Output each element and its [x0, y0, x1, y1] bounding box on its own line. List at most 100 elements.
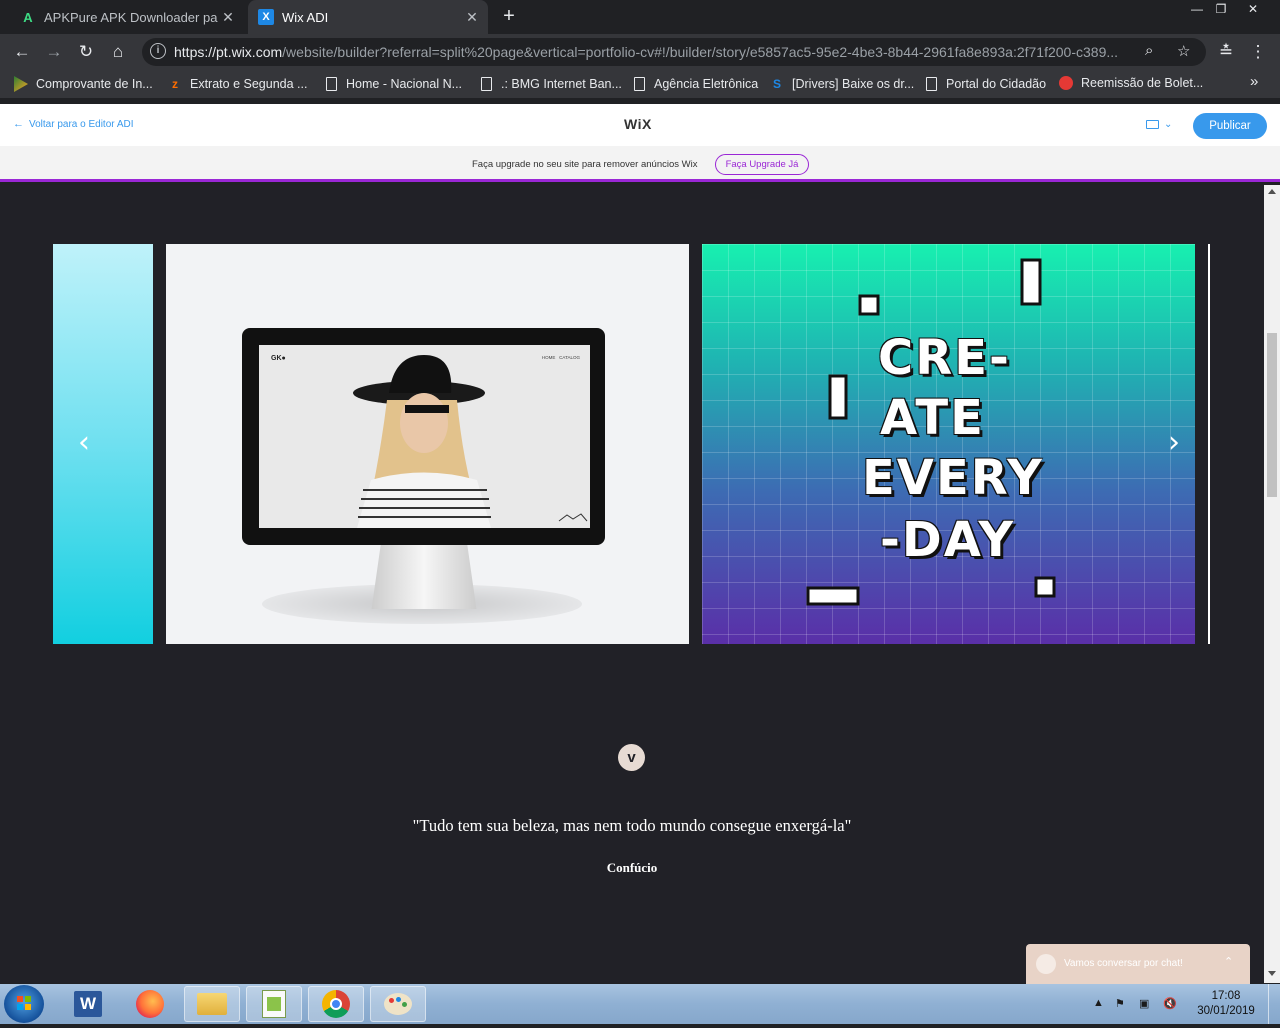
- wix-logo: WiX: [624, 116, 652, 132]
- bookmark-app-icon: z: [172, 77, 178, 91]
- imac-stand: [371, 545, 477, 609]
- action-center-flag-icon[interactable]: ⚑: [1115, 997, 1125, 1010]
- firefox-icon[interactable]: [122, 986, 178, 1022]
- page-icon: [324, 76, 338, 92]
- s-icon: S: [772, 77, 781, 91]
- bookmark-item[interactable]: z Extrato e Segunda ...: [168, 76, 307, 92]
- windows-taskbar: W ▲ ⚑ ▣ 🔇 17:08 30/01/2019: [0, 984, 1280, 1024]
- chrome-icon[interactable]: [308, 986, 364, 1022]
- bookmark-label: Home - Nacional N...: [346, 77, 463, 91]
- tab-strip: A APKPure APK Downloader para A ✕ X Wix …: [0, 0, 1280, 34]
- upgrade-text: Faça upgrade no seu site para remover an…: [472, 159, 698, 170]
- site-preview: ‹ GK● HOME CATALOG CRE- ATE EVERY -DAY ›…: [0, 185, 1264, 983]
- page-icon: [479, 76, 493, 92]
- zoom-icon[interactable]: ⌕: [1145, 42, 1153, 59]
- bookmark-item[interactable]: Agência Eletrônica: [632, 76, 758, 92]
- gallery-slide-imac-mockup[interactable]: GK● HOME CATALOG: [166, 244, 689, 644]
- restore-button[interactable]: ❐: [1208, 0, 1234, 20]
- gallery-slide-create-every-day[interactable]: CRE- ATE EVERY -DAY: [702, 244, 1195, 644]
- art-line: ATE: [880, 390, 985, 446]
- network-icon[interactable]: ▣: [1139, 997, 1149, 1010]
- bookmarks-bar: Comprovante de In... z Extrato e Segunda …: [0, 70, 1280, 98]
- back-to-editor-link[interactable]: ← Voltar para o Editor ADI: [13, 118, 134, 130]
- chevron-left-icon[interactable]: ‹: [78, 425, 90, 460]
- chat-widget[interactable]: Vamos conversar por chat! ⌃: [1026, 944, 1250, 984]
- chevron-right-icon[interactable]: ›: [1168, 425, 1180, 460]
- start-button-icon[interactable]: [4, 985, 44, 1023]
- scroll-down-icon[interactable]: [1268, 971, 1276, 976]
- bookmark-label: Comprovante de In...: [36, 77, 153, 91]
- url-host: https://pt.wix.com: [174, 44, 283, 60]
- menu-kebab-icon[interactable]: ⋮: [1246, 41, 1270, 63]
- publish-button[interactable]: Publicar: [1193, 113, 1267, 139]
- scroll-up-icon[interactable]: [1268, 189, 1276, 194]
- close-tab-icon[interactable]: ✕: [218, 9, 238, 26]
- forward-arrow-icon[interactable]: →: [42, 41, 66, 63]
- show-desktop-button[interactable]: [1268, 984, 1280, 1024]
- minimize-button[interactable]: —: [1184, 0, 1210, 20]
- page-scrollbar[interactable]: [1264, 185, 1280, 983]
- bookmark-item[interactable]: Reemissão de Bolet...: [1059, 76, 1203, 90]
- bookmark-label: .: BMG Internet Ban...: [501, 77, 622, 91]
- taskbar-clock[interactable]: 17:08 30/01/2019: [1190, 989, 1262, 1019]
- bookmark-label: Portal do Cidadão: [946, 77, 1047, 91]
- extension-icon[interactable]: ≛: [1214, 41, 1238, 63]
- bookmark-app-icon: [14, 76, 28, 92]
- bookmark-star-icon[interactable]: ☆: [1177, 42, 1190, 60]
- tab-wix-adi[interactable]: X Wix ADI ✕: [248, 0, 488, 34]
- bookmark-item[interactable]: Portal do Cidadão: [924, 76, 1046, 92]
- mockup-display: GK● HOME CATALOG: [259, 345, 590, 528]
- wix-icon: X: [258, 9, 274, 25]
- home-icon[interactable]: ⌂: [106, 41, 130, 63]
- close-tab-icon[interactable]: ✕: [462, 9, 482, 26]
- windows-logo-icon: [17, 996, 31, 1010]
- back-link-label: Voltar para o Editor ADI: [29, 118, 134, 130]
- wix-header: ← Voltar para o Editor ADI WiX ⌄ Publica…: [0, 104, 1280, 146]
- device-selector[interactable]: ⌄: [1146, 119, 1172, 130]
- address-bar[interactable]: i https://pt.wix.com/website/builder?ref…: [142, 38, 1206, 66]
- reload-icon[interactable]: ↻: [74, 41, 98, 63]
- file-explorer-icon[interactable]: [184, 986, 240, 1022]
- page-icon: [632, 76, 646, 92]
- santander-icon: [1059, 76, 1073, 90]
- show-hidden-icons-icon[interactable]: ▲: [1093, 997, 1104, 1009]
- bookmark-label: Agência Eletrônica: [654, 77, 759, 91]
- url-path: /website/builder?referral=split%20page&v…: [282, 44, 1119, 60]
- imac-mockup: GK● HOME CATALOG: [242, 328, 605, 545]
- tab-title: Wix ADI: [282, 9, 329, 25]
- bookmarks-overflow-button[interactable]: »: [1250, 73, 1258, 90]
- close-window-button[interactable]: ✕: [1240, 0, 1266, 20]
- upgrade-button[interactable]: Faça Upgrade Já: [715, 154, 809, 175]
- browser-toolbar: ← → ↻ ⌂ i https://pt.wix.com/website/bui…: [0, 34, 1280, 70]
- scroll-thumb[interactable]: [1267, 333, 1277, 497]
- upgrade-banner: Faça upgrade no seu site para remover an…: [0, 146, 1280, 182]
- chat-avatar-icon: [1036, 954, 1056, 974]
- art-line: EVERY: [862, 450, 1044, 506]
- url-text[interactable]: https://pt.wix.com/website/builder?refer…: [174, 44, 1134, 60]
- bookmark-item[interactable]: Comprovante de In...: [14, 76, 153, 92]
- chevron-up-icon[interactable]: ⌃: [1224, 955, 1233, 968]
- tab-title: APKPure APK Downloader para A: [44, 9, 218, 25]
- apkpure-icon: A: [23, 9, 33, 25]
- gallery-slide-next-edge: [1208, 244, 1210, 644]
- back-arrow-icon[interactable]: ←: [10, 41, 34, 63]
- new-tab-button[interactable]: +: [498, 5, 520, 27]
- notepad-plus-plus-icon[interactable]: [246, 986, 302, 1022]
- bookmark-item[interactable]: .: BMG Internet Ban...: [479, 76, 622, 92]
- site-info-icon[interactable]: i: [150, 43, 166, 59]
- volume-muted-icon[interactable]: 🔇: [1163, 997, 1177, 1010]
- bookmark-label: Extrato e Segunda ...: [190, 77, 308, 91]
- art-line: CRE-: [878, 330, 1011, 386]
- mockup-photo: [353, 355, 588, 528]
- desktop-icon: [1146, 120, 1159, 129]
- tab-apkpure[interactable]: A APKPure APK Downloader para A ✕: [8, 0, 244, 34]
- gallery-slide-previous[interactable]: [53, 244, 153, 644]
- bookmark-label: Reemissão de Bolet...: [1081, 76, 1204, 90]
- bookmark-item[interactable]: Home - Nacional N...: [324, 76, 462, 92]
- bookmark-item[interactable]: S [Drivers] Baixe os dr...: [770, 76, 914, 92]
- paint-icon[interactable]: [370, 986, 426, 1022]
- art-line: -DAY: [880, 512, 1016, 568]
- quote-text: "Tudo tem sua beleza, mas nem todo mundo…: [412, 816, 852, 835]
- quote-author: Confúcio: [606, 860, 658, 875]
- word-icon[interactable]: W: [60, 986, 116, 1022]
